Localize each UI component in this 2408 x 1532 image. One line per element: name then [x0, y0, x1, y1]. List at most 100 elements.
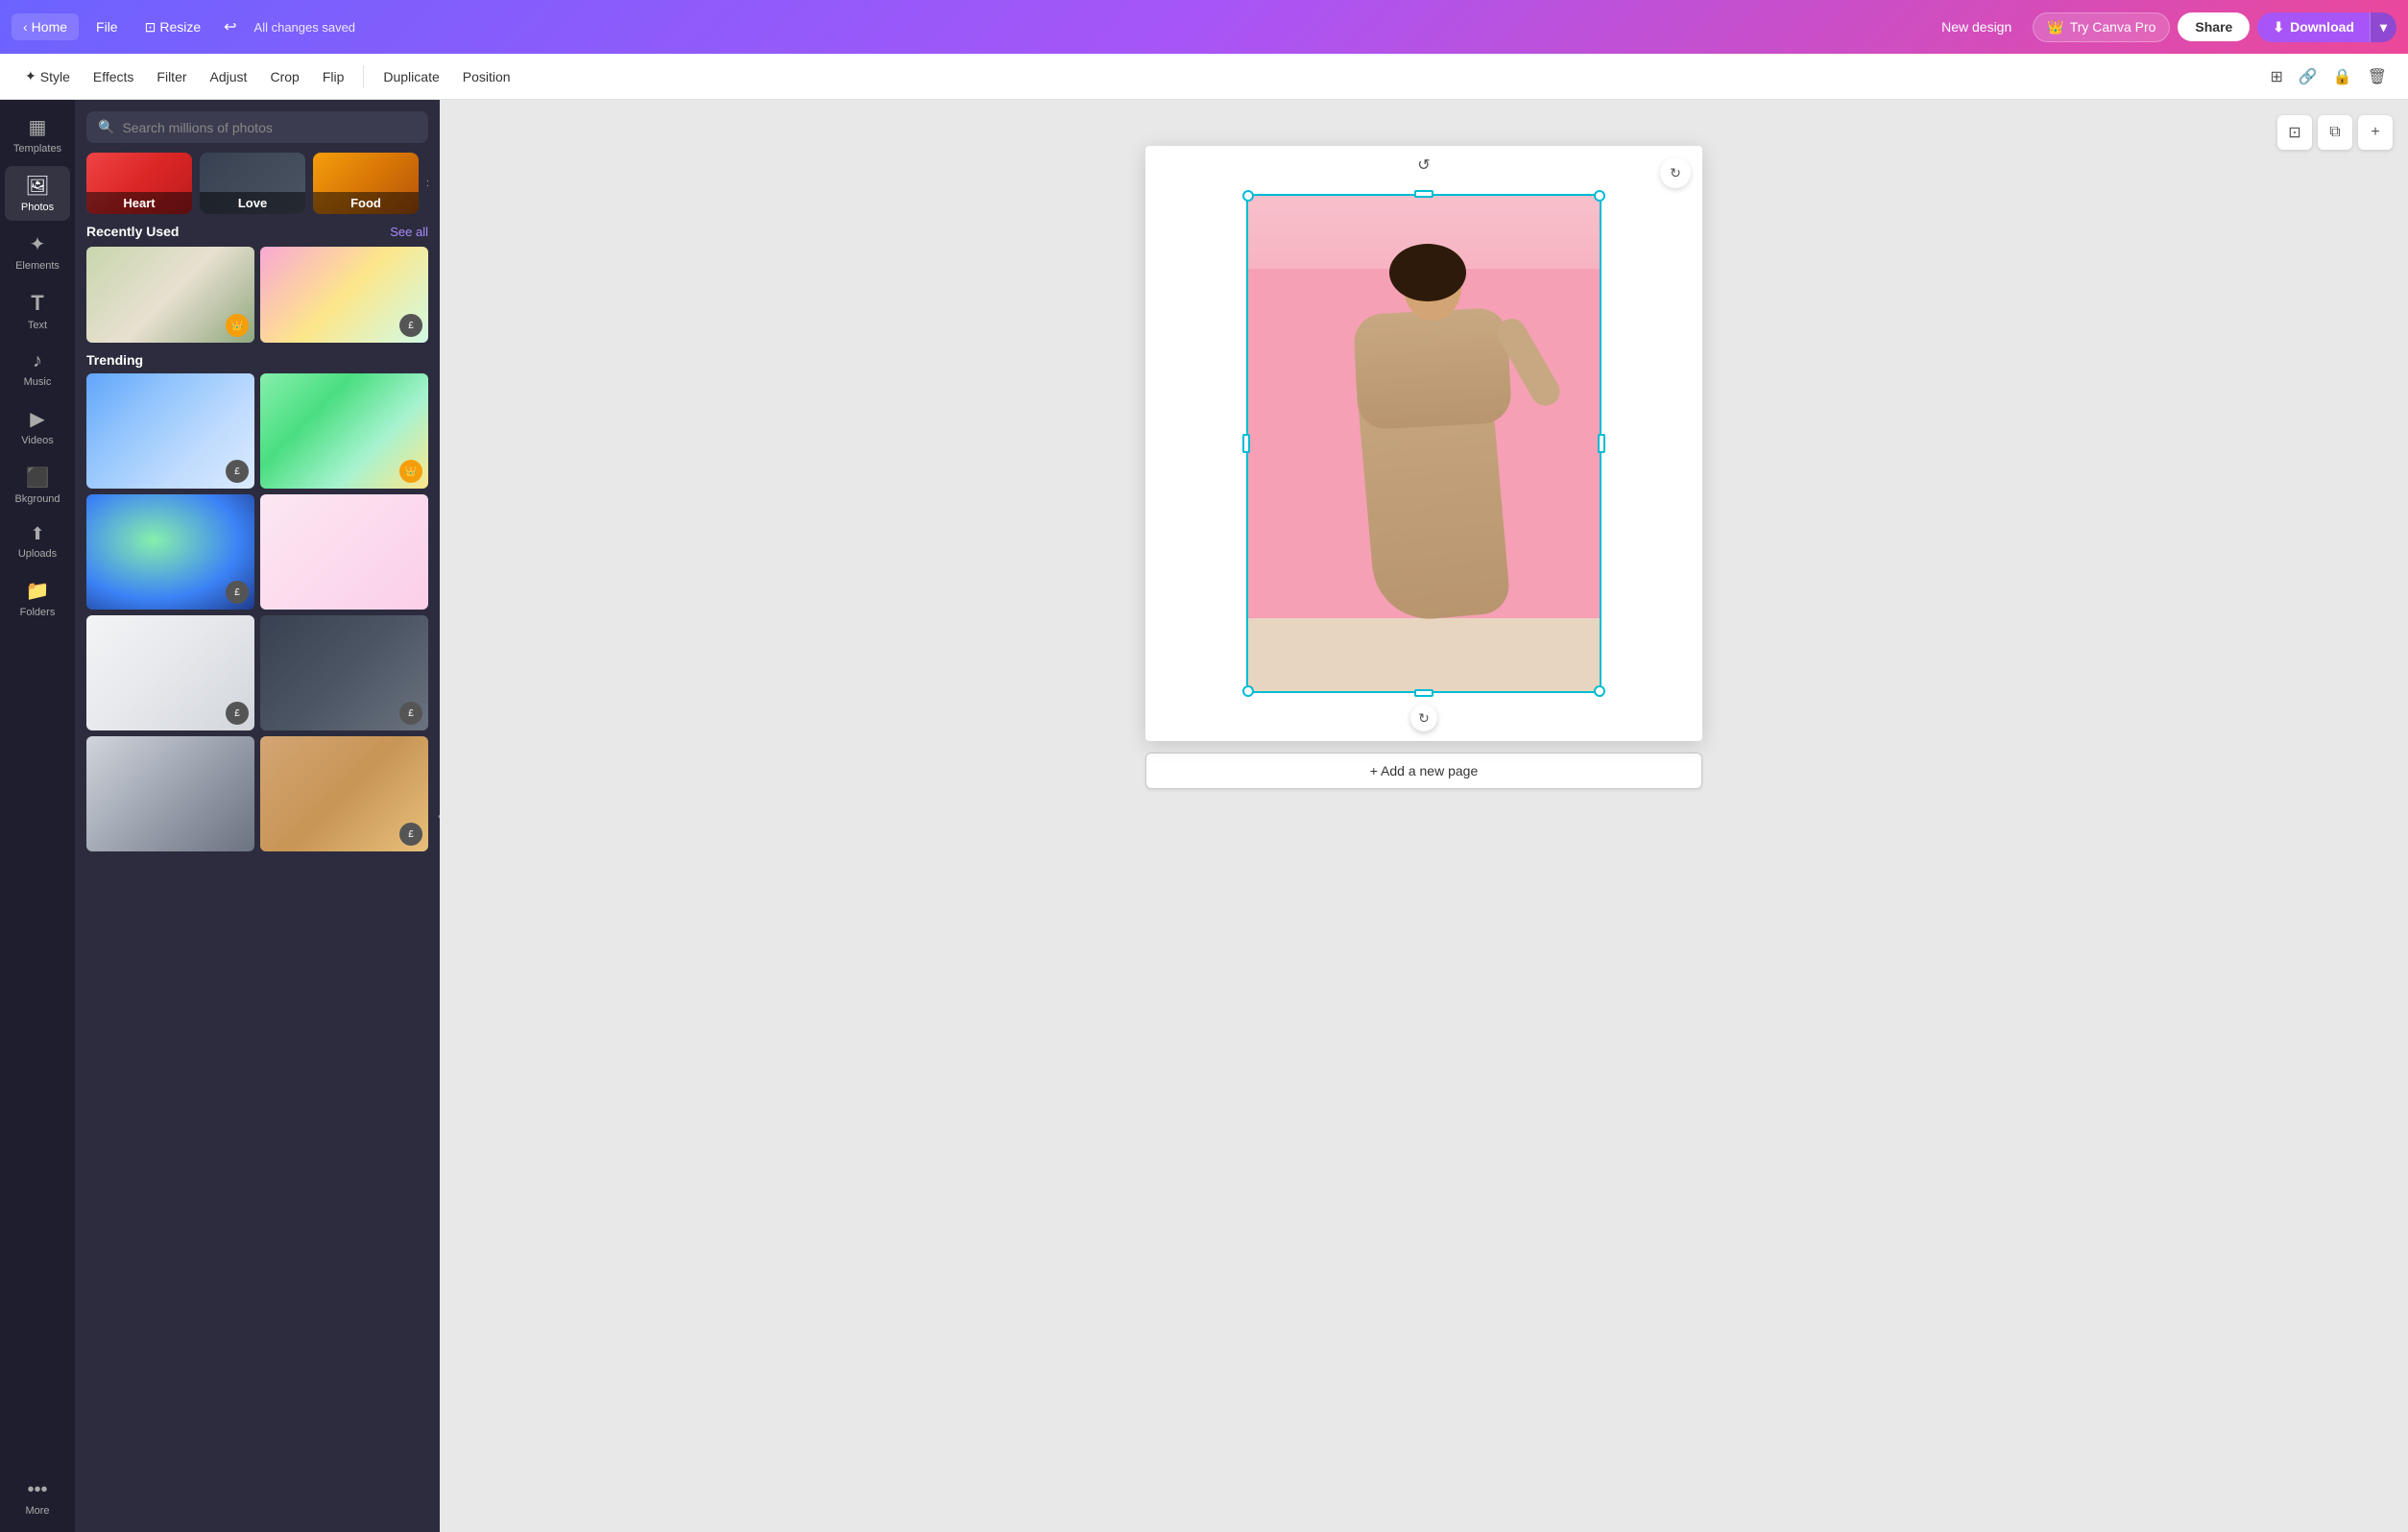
category-food[interactable]: Food	[313, 153, 419, 214]
style-button[interactable]: ✦ Style	[15, 62, 80, 90]
lock-icon-button[interactable]: 🔒	[2327, 61, 2358, 92]
download-button[interactable]: ⬇ Download ▾	[2257, 12, 2396, 42]
canvas-page-inner: ↺ ↻	[1145, 146, 1702, 741]
text-icon: T	[31, 291, 43, 316]
sidebar-item-text[interactable]: T Text	[5, 283, 70, 339]
hide-panel-button[interactable]: ‹	[428, 793, 440, 839]
undo-button[interactable]: ↩	[218, 12, 242, 42]
search-bar: 🔍	[86, 111, 428, 143]
videos-icon: ▶	[30, 407, 44, 431]
torso	[1353, 307, 1512, 430]
sidebar: ▦ Templates 🖼 Photos ✦ Elements T Text ♪…	[0, 100, 75, 1532]
rotate-handle-top[interactable]: ↺	[1417, 156, 1430, 175]
recently-used-photo-palm[interactable]: 👑	[86, 247, 254, 343]
recently-used-section: Recently Used See all 👑 £	[86, 224, 428, 343]
category-love[interactable]: Love	[200, 153, 305, 214]
link-icon-button[interactable]: 🔗	[2293, 61, 2324, 92]
download-chevron-icon[interactable]: ▾	[2370, 12, 2396, 42]
templates-icon: ▦	[29, 115, 47, 139]
selected-image	[1246, 194, 1601, 693]
trending-photo-man-cook[interactable]: £	[86, 373, 254, 489]
crop-button[interactable]: Crop	[260, 63, 308, 90]
sidebar-item-videos[interactable]: ▶ Videos	[5, 399, 70, 454]
recently-used-photo-flowers[interactable]: £	[260, 247, 428, 343]
sidebar-item-label: Bkground	[14, 493, 60, 505]
category-next-arrow[interactable]: ›	[426, 175, 428, 192]
selected-image-container[interactable]: ↺ ↻	[1246, 194, 1601, 693]
pound-badge: £	[399, 823, 422, 846]
elements-icon: ✦	[30, 232, 46, 256]
effects-button[interactable]: Effects	[84, 63, 144, 90]
crown-badge: 👑	[226, 314, 249, 337]
woman-silhouette	[1346, 253, 1519, 618]
trending-section: Trending £ 👑 £	[86, 352, 428, 851]
main-layout: ▦ Templates 🖼 Photos ✦ Elements T Text ♪…	[0, 100, 2408, 1532]
file-label: File	[96, 19, 118, 35]
position-button[interactable]: Position	[453, 63, 520, 90]
sidebar-item-label: Photos	[21, 202, 54, 213]
sidebar-item-music[interactable]: ♪ Music	[5, 343, 70, 395]
sidebar-item-uploads[interactable]: ⬆ Uploads	[5, 516, 70, 567]
pound-badge: £	[226, 581, 249, 604]
try-pro-button[interactable]: 👑 Try Canva Pro	[2033, 12, 2170, 42]
pound-badge: £	[226, 702, 249, 725]
trending-photo-kitchen[interactable]: £	[86, 615, 254, 730]
trending-grid-2: £	[86, 494, 428, 610]
trending-photo-apron[interactable]: £	[260, 736, 428, 851]
resize-button[interactable]: ⊡ Resize	[135, 13, 211, 41]
category-row: Heart Love Food ›	[86, 153, 428, 214]
sidebar-item-label: Text	[28, 320, 47, 331]
sidebar-item-templates[interactable]: ▦ Templates	[5, 108, 70, 162]
grid-icon-button[interactable]: ⊞	[2264, 61, 2288, 92]
canvas-add-button[interactable]: +	[2358, 115, 2393, 150]
new-design-button[interactable]: New design	[1928, 13, 2025, 40]
music-icon: ♪	[33, 350, 42, 372]
canvas-copy-button[interactable]: ⧉	[2318, 115, 2352, 150]
adjust-button[interactable]: Adjust	[201, 63, 257, 90]
canvas-square-button[interactable]: ⊡	[2277, 115, 2312, 150]
heart-pill-label: Heart	[86, 192, 192, 214]
duplicate-button[interactable]: Duplicate	[373, 63, 448, 90]
sidebar-item-background[interactable]: ⬛ Bkground	[5, 458, 70, 513]
resize-icon: ⊡	[145, 19, 157, 36]
photos-panel: 🔍 Heart Love Food ›	[75, 100, 440, 1532]
style-icon: ✦	[25, 68, 36, 84]
trending-photo-woman-pink[interactable]	[260, 494, 428, 610]
search-icon: 🔍	[98, 119, 114, 135]
recently-used-title: Recently Used	[86, 224, 179, 239]
sidebar-item-folders[interactable]: 📁 Folders	[5, 571, 70, 626]
sidebar-item-more[interactable]: ••• More	[5, 1472, 70, 1524]
sidebar-item-label: Uploads	[18, 548, 57, 560]
rotate-handle-bottom[interactable]: ↻	[1410, 705, 1437, 731]
add-page-button[interactable]: + Add a new page	[1145, 753, 1702, 789]
home-label: Home	[32, 19, 67, 35]
trending-photo-fireplace[interactable]: £	[260, 615, 428, 730]
top-navigation: ‹ Home File ⊡ Resize ↩ All changes saved…	[0, 0, 2408, 54]
trending-title: Trending	[86, 352, 143, 368]
file-button[interactable]: File	[86, 13, 128, 40]
sidebar-item-elements[interactable]: ✦ Elements	[5, 225, 70, 279]
sidebar-item-photos[interactable]: 🖼 Photos	[5, 166, 70, 221]
flip-button[interactable]: Flip	[313, 63, 354, 90]
category-heart[interactable]: Heart	[86, 153, 192, 214]
sidebar-item-label: More	[25, 1505, 49, 1517]
canvas-page[interactable]: ↻	[1145, 146, 1702, 741]
sidebar-item-label: Folders	[20, 607, 56, 618]
food-pill-label: Food	[313, 192, 419, 214]
share-button[interactable]: Share	[2178, 12, 2250, 41]
trending-photo-friends[interactable]: 👑	[260, 373, 428, 489]
filter-button[interactable]: Filter	[147, 63, 196, 90]
resize-label: Resize	[159, 19, 201, 35]
trending-photo-blinds[interactable]	[86, 736, 254, 851]
trending-photo-globe[interactable]: £	[86, 494, 254, 610]
sidebar-item-label: Elements	[15, 260, 60, 272]
crown-badge: 👑	[399, 460, 422, 483]
delete-icon-button[interactable]: 🗑	[2362, 61, 2393, 92]
home-button[interactable]: ‹ Home	[12, 13, 79, 40]
see-all-button[interactable]: See all	[390, 225, 428, 239]
trending-header: Trending	[86, 352, 428, 368]
pound-badge: £	[399, 702, 422, 725]
pound-badge: £	[226, 460, 249, 483]
canvas-refresh-icon[interactable]: ↻	[1660, 157, 1691, 188]
search-input[interactable]	[122, 120, 417, 135]
